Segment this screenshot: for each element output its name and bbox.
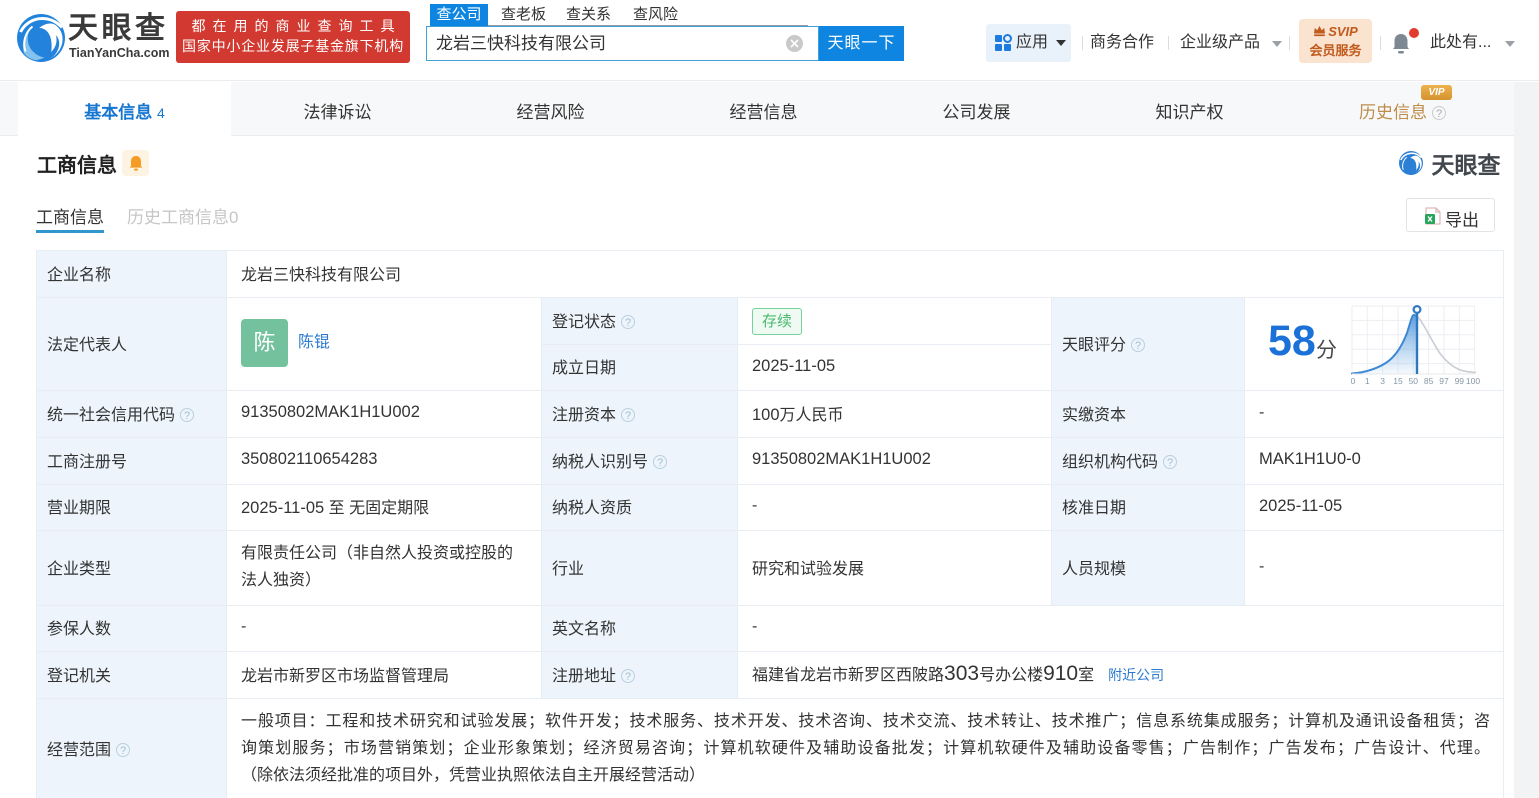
svg-text:15: 15 [1393,376,1403,386]
svg-text:100: 100 [1466,376,1480,386]
svg-text:1: 1 [1365,376,1370,386]
svg-text:50: 50 [1409,376,1419,386]
svg-text:0: 0 [1351,376,1356,386]
svg-text:97: 97 [1439,376,1449,386]
svg-text:99: 99 [1455,376,1465,386]
svg-text:85: 85 [1424,376,1434,386]
svg-text:3: 3 [1380,376,1385,386]
